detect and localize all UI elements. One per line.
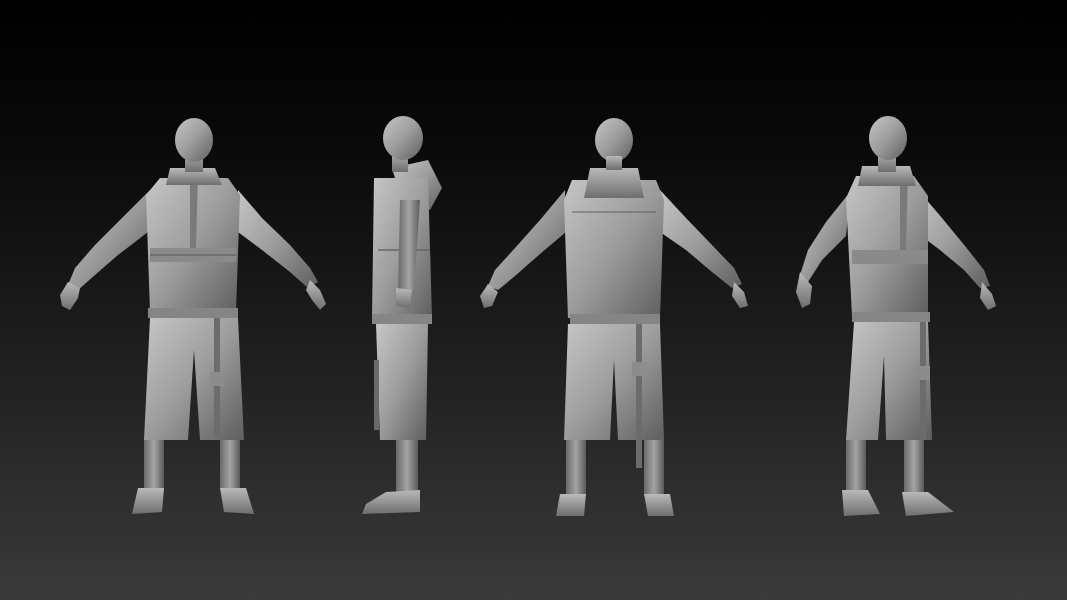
figure-three-quarter bbox=[796, 116, 996, 516]
figure-back bbox=[480, 118, 748, 516]
turnaround-render bbox=[60, 116, 996, 516]
figure-side bbox=[362, 116, 442, 514]
figure-front bbox=[60, 118, 326, 514]
sculpt-viewport bbox=[0, 0, 1067, 600]
